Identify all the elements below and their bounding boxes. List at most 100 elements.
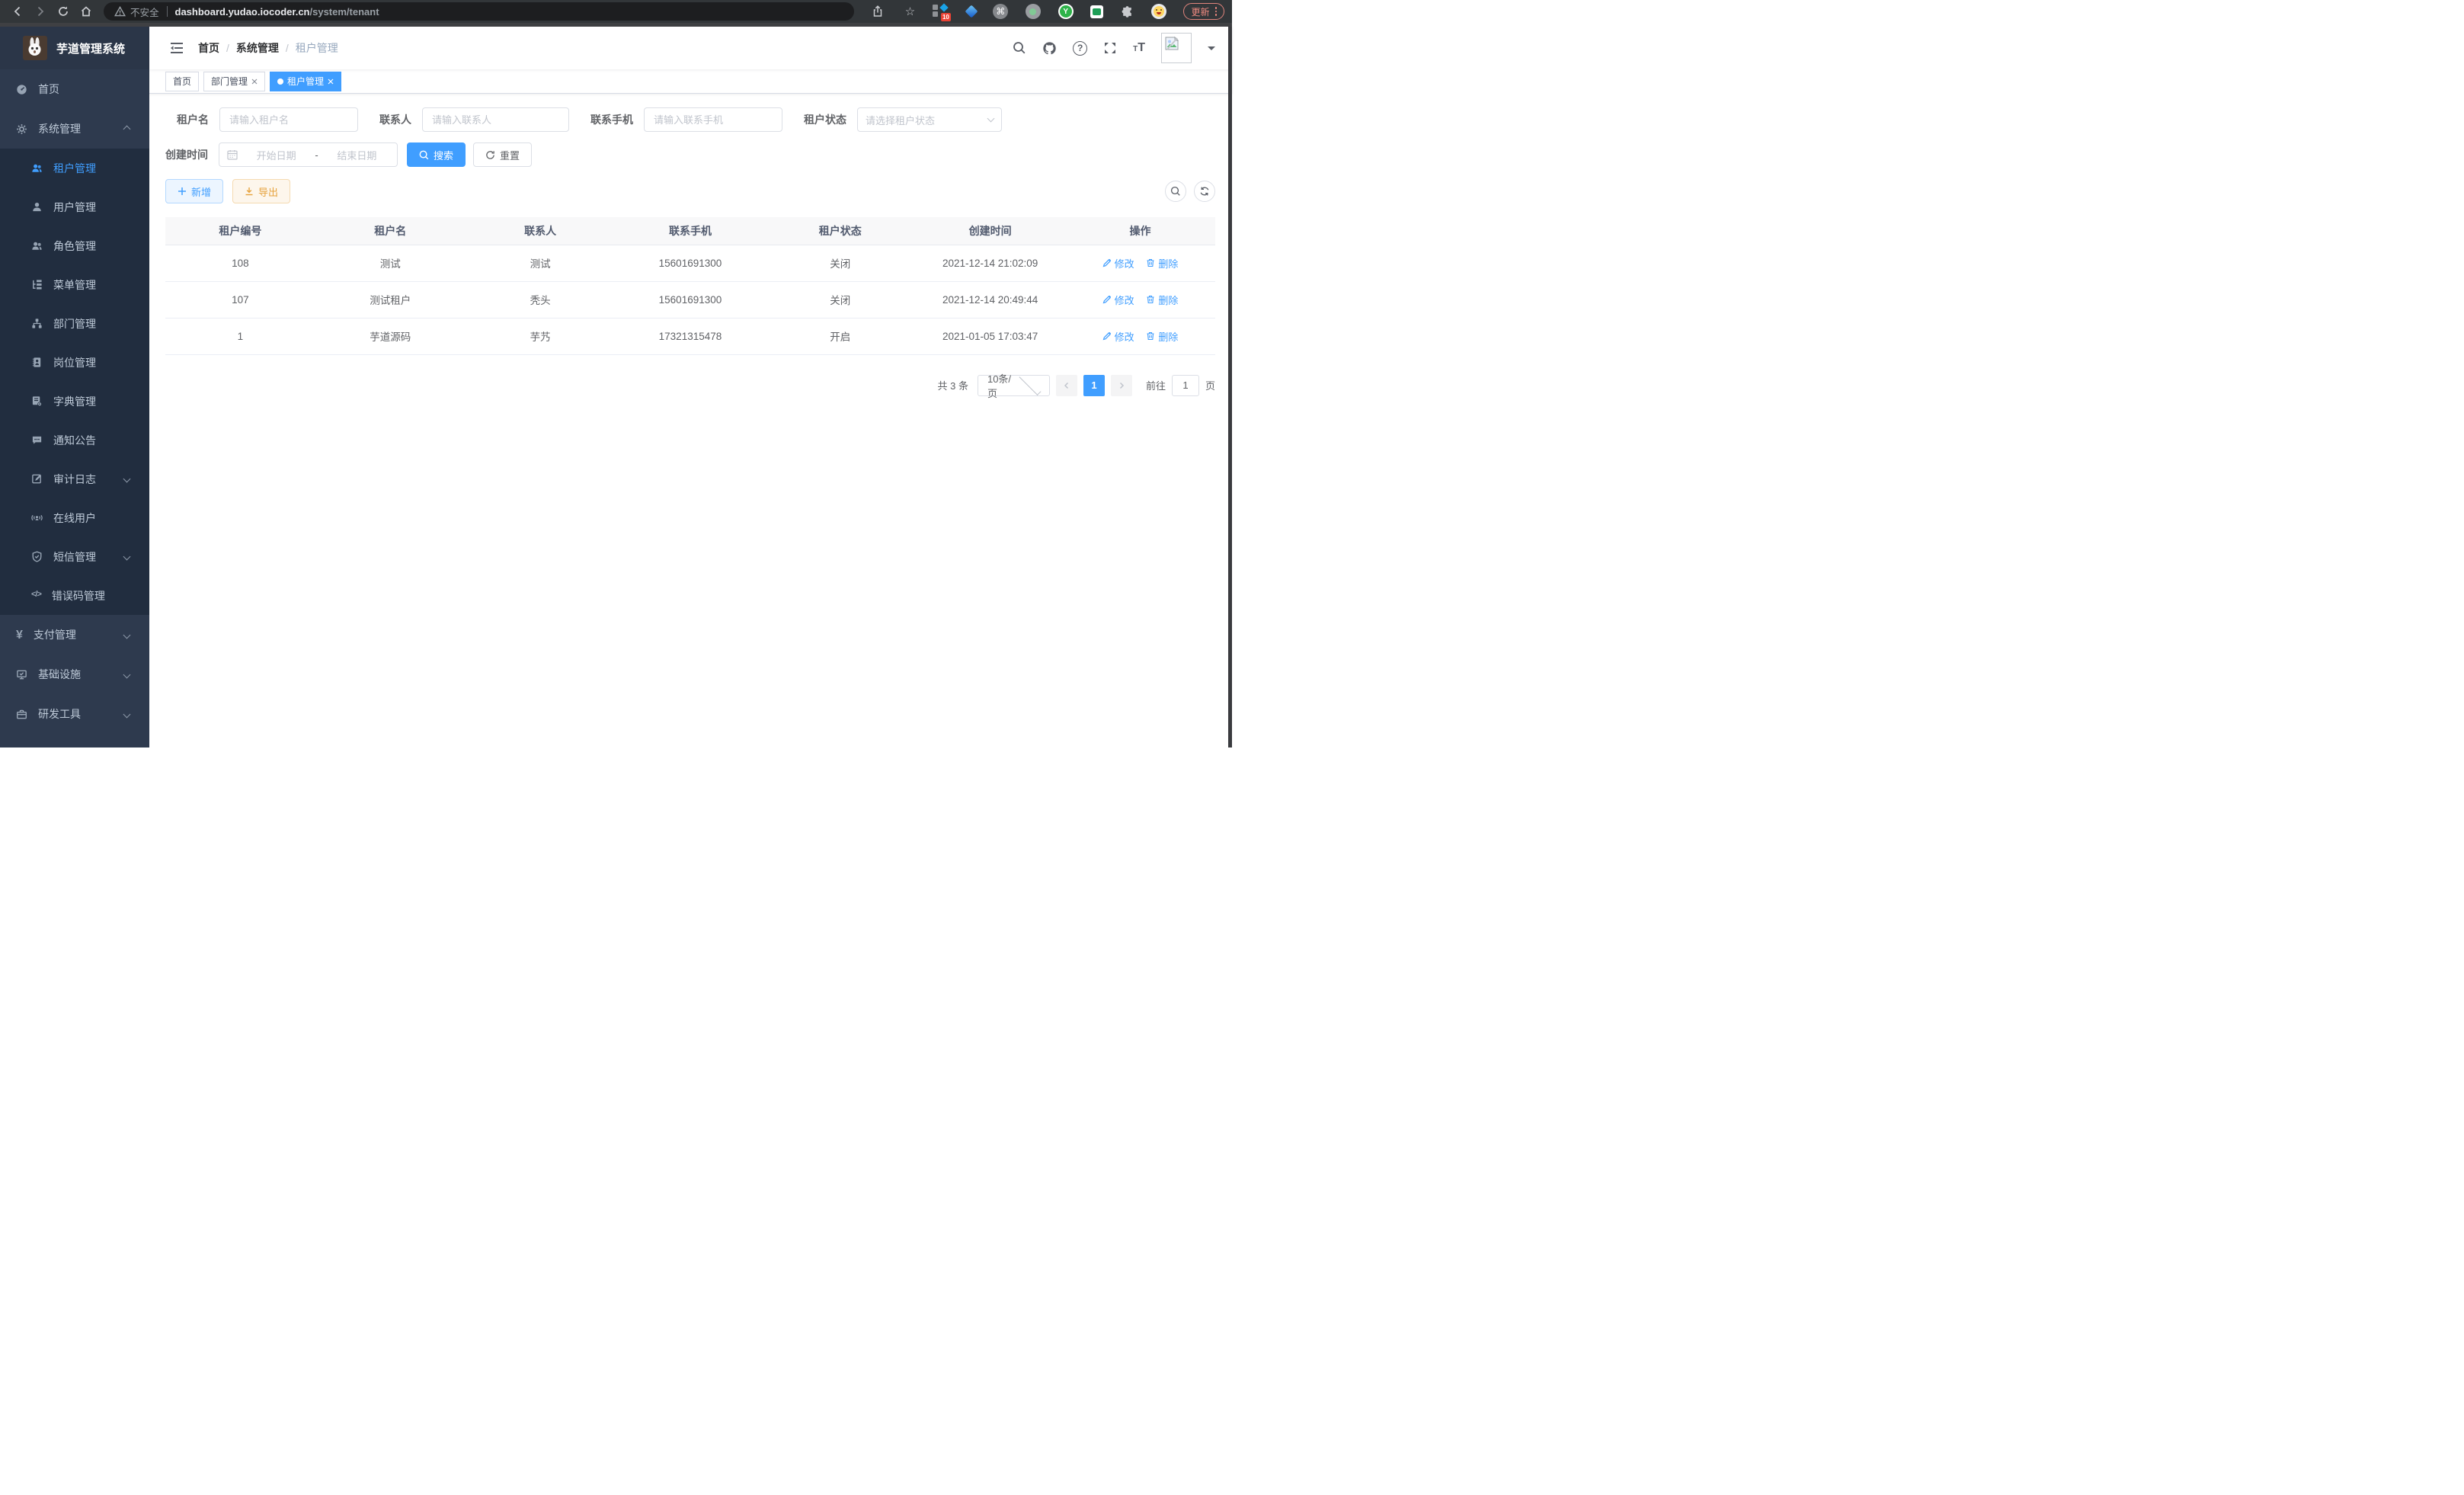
extension-badge-icon[interactable]: 10 xyxy=(933,3,949,20)
toggle-search-button[interactable] xyxy=(1165,181,1186,202)
reset-label: 重置 xyxy=(500,148,520,162)
extension-y-logo-icon[interactable]: Y xyxy=(1058,4,1074,19)
ext-square-icon xyxy=(933,5,938,10)
gear-icon xyxy=(16,123,27,135)
browser-profile-avatar[interactable] xyxy=(1151,4,1166,19)
edit-link[interactable]: 修改 xyxy=(1102,329,1134,344)
fullscreen-icon[interactable] xyxy=(1103,41,1117,55)
dictionary-icon xyxy=(31,395,43,407)
tenant-name-input[interactable] xyxy=(219,107,358,132)
chevron-down-icon xyxy=(123,631,131,639)
help-icon[interactable]: ? xyxy=(1073,41,1087,56)
sidebar-item-tenant[interactable]: 租户管理 xyxy=(0,149,149,187)
share-icon[interactable] xyxy=(868,2,888,21)
toolbox-icon xyxy=(16,709,27,720)
home-icon[interactable] xyxy=(76,2,96,21)
edit-link[interactable]: 修改 xyxy=(1102,293,1134,307)
cell-id: 108 xyxy=(165,245,315,281)
avatar-dropdown-caret-icon[interactable] xyxy=(1208,46,1215,54)
breadcrumb-system[interactable]: 系统管理 xyxy=(236,40,279,56)
breadcrumb-separator: / xyxy=(226,42,229,54)
sidebar-logo[interactable]: 芋道管理系统 xyxy=(0,27,149,69)
tab-home[interactable]: 首页 xyxy=(165,72,199,91)
yen-icon: ¥ xyxy=(16,629,23,641)
menu-dots-icon[interactable] xyxy=(1215,7,1218,16)
active-dot-icon xyxy=(277,78,283,85)
extensions-puzzle-icon[interactable] xyxy=(1121,5,1134,18)
field-label: 联系人 xyxy=(379,112,411,127)
pagination: 共 3 条 10条/页 1 前往 页 xyxy=(165,375,1215,396)
delete-link[interactable]: 删除 xyxy=(1146,256,1178,271)
back-icon[interactable] xyxy=(8,2,27,21)
sidebar-item-user[interactable]: 用户管理 xyxy=(0,187,149,226)
tab-label: 部门管理 xyxy=(211,75,248,88)
extension-kite-icon[interactable] xyxy=(965,5,978,18)
date-range-picker[interactable]: 开始日期 - 结束日期 xyxy=(219,142,398,167)
goto-page-input[interactable] xyxy=(1172,375,1199,396)
sidebar-fold-icon[interactable] xyxy=(169,41,184,55)
page-content: 租户名 联系人 联系手机 租户状态 请选择租户状态 xyxy=(149,94,1232,748)
update-button[interactable]: 更新 xyxy=(1183,3,1224,20)
extension-command-icon[interactable]: ⌘ xyxy=(993,4,1008,19)
filter-status: 租户状态 请选择租户状态 xyxy=(804,107,1002,132)
font-size-icon[interactable]: TT xyxy=(1133,43,1145,53)
mobile-input[interactable] xyxy=(644,107,782,132)
delete-link[interactable]: 删除 xyxy=(1146,293,1178,307)
header-search-icon[interactable] xyxy=(1013,41,1026,55)
tab-tenant-active[interactable]: 租户管理 xyxy=(270,72,341,91)
refresh-table-button[interactable] xyxy=(1194,181,1215,202)
breadcrumb-home[interactable]: 首页 xyxy=(198,40,219,56)
sidebar-item-home[interactable]: 首页 xyxy=(0,69,149,109)
delete-label: 删除 xyxy=(1158,256,1178,271)
user-avatar[interactable] xyxy=(1161,33,1192,63)
sidebar-item-role[interactable]: 角色管理 xyxy=(0,226,149,265)
filter-row-2: 创建时间 开始日期 - 结束日期 搜索 重置 xyxy=(165,142,1215,167)
chevron-up-icon xyxy=(123,125,131,133)
sidebar-item-notice[interactable]: 通知公告 xyxy=(0,421,149,459)
not-secure-warning-icon[interactable] xyxy=(114,6,126,17)
export-button[interactable]: 导出 xyxy=(232,179,290,203)
cell-name: 测试租户 xyxy=(315,281,466,318)
sidebar-item-post[interactable]: 岗位管理 xyxy=(0,343,149,382)
sidebar-item-dict[interactable]: 字典管理 xyxy=(0,382,149,421)
edit-link[interactable]: 修改 xyxy=(1102,256,1134,271)
prev-page-button[interactable] xyxy=(1056,375,1077,396)
sidebar-item-infra[interactable]: 基础设施 xyxy=(0,655,149,694)
export-label: 导出 xyxy=(258,184,278,199)
contact-input[interactable] xyxy=(422,107,569,132)
add-button[interactable]: 新增 xyxy=(165,179,223,203)
sidebar-item-system[interactable]: 系统管理 xyxy=(0,109,149,149)
address-bar[interactable]: 不安全 dashboard.yudao.iocoder.cn/system/te… xyxy=(104,2,854,21)
sidebar-item-menu[interactable]: 菜单管理 xyxy=(0,265,149,304)
filter-create-time: 创建时间 开始日期 - 结束日期 xyxy=(165,142,398,167)
sidebar-item-sms[interactable]: 短信管理 xyxy=(0,537,149,576)
github-icon[interactable] xyxy=(1042,41,1057,56)
current-page-button[interactable]: 1 xyxy=(1083,375,1105,396)
sidebar-item-errcode[interactable]: </> 错误码管理 xyxy=(0,576,149,615)
extension-record-icon[interactable] xyxy=(1026,4,1041,19)
edit-pencil-icon xyxy=(1102,331,1112,341)
page-size-select[interactable]: 10条/页 xyxy=(978,375,1050,396)
sidebar-item-pay[interactable]: ¥ 支付管理 xyxy=(0,615,149,655)
forward-icon[interactable] xyxy=(30,2,50,21)
reset-button[interactable]: 重置 xyxy=(473,142,532,167)
reload-icon[interactable] xyxy=(53,2,73,21)
sidebar-item-dept[interactable]: 部门管理 xyxy=(0,304,149,343)
table-row: 1 芋道源码 芋艿 17321315478 开启 2021-01-05 17:0… xyxy=(165,318,1215,354)
sidebar-item-audit-log[interactable]: 审计日志 xyxy=(0,459,149,498)
extension-chat-icon[interactable] xyxy=(1090,5,1103,18)
chevron-down-icon xyxy=(123,710,131,718)
status-select[interactable]: 请选择租户状态 xyxy=(857,107,1002,132)
cell-actions: 修改 删除 xyxy=(1065,281,1215,318)
sidebar-item-online-user[interactable]: 在线用户 xyxy=(0,498,149,537)
update-label: 更新 xyxy=(1191,5,1209,18)
next-page-button[interactable] xyxy=(1111,375,1132,396)
search-button[interactable]: 搜索 xyxy=(407,142,466,167)
cell-created: 2021-01-05 17:03:47 xyxy=(915,318,1065,354)
close-icon[interactable] xyxy=(251,78,258,85)
bookmark-star-icon[interactable]: ☆ xyxy=(905,5,915,18)
delete-link[interactable]: 删除 xyxy=(1146,329,1178,344)
sidebar-item-devtool[interactable]: 研发工具 xyxy=(0,694,149,734)
close-icon[interactable] xyxy=(328,78,334,85)
tab-dept[interactable]: 部门管理 xyxy=(203,72,265,91)
